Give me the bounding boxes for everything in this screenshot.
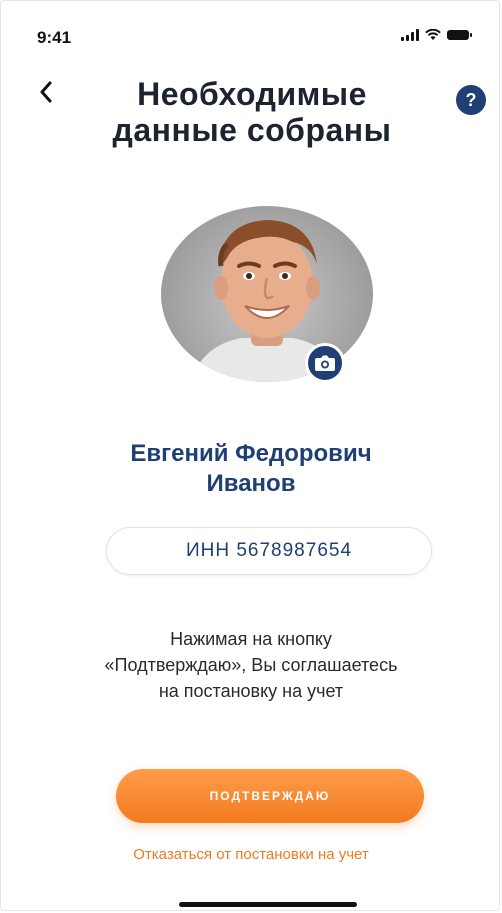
wifi-icon [425,29,441,40]
battery-icon [447,30,472,40]
consent-line-2: «Подтверждаю», Вы соглашаетесь [104,655,398,675]
decline-registration-link[interactable]: Отказаться от постановки на учет [61,846,441,863]
confirm-button-label: ПОДТВЕРЖДАЮ [209,789,331,803]
consent-line-3: на постановку на учет [158,681,344,701]
change-photo-button[interactable] [305,343,345,383]
back-button[interactable] [39,79,69,109]
inn-value: ИНН 5678987654 [185,540,353,561]
chevron-left-icon [40,81,52,103]
status-time: 9:41 [37,28,72,47]
status-icons [401,29,472,41]
confirm-button[interactable]: ПОДТВЕРЖДАЮ [116,769,424,823]
cellular-signal-icon [401,29,419,41]
consent-line-1: Нажимая на кнопку [170,629,332,649]
inn-badge: ИНН 5678987654 [106,527,432,575]
user-name-line-2: Иванов [206,470,296,497]
consent-text: Нажимая на кнопку «Подтверждаю», Вы согл… [51,626,451,704]
page-title-line-2: данные собраны [112,112,392,148]
home-indicator[interactable] [179,902,357,907]
user-name-line-1: Евгений Федорович [130,440,372,467]
help-button[interactable]: ? [456,85,486,115]
phone-screen: 9:41 Необходимые данные собраны ? Евгени… [0,0,500,911]
status-bar: 9:41 [1,1,499,71]
page-title: Необходимые данные собраны [91,76,413,148]
page-title-line-1: Необходимые [137,76,367,112]
user-full-name: Евгений Федорович Иванов [61,439,441,499]
camera-icon [315,355,335,371]
help-icon: ? [465,90,477,110]
